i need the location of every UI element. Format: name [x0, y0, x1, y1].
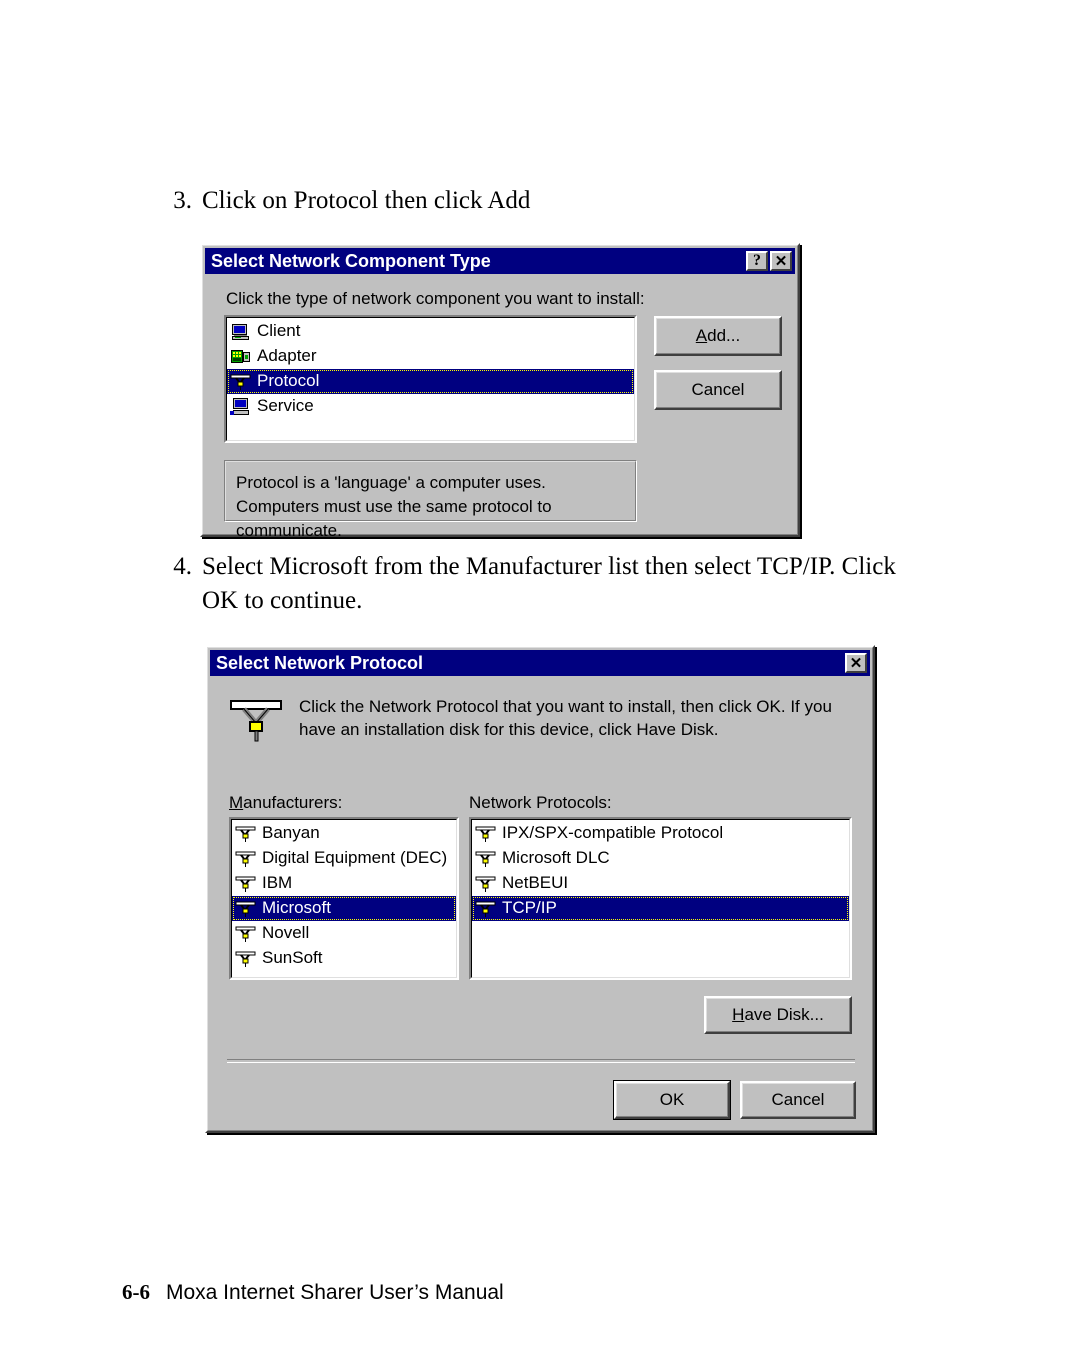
have-disk-accel: H	[732, 1005, 745, 1024]
protocol-icon	[475, 849, 497, 869]
manufacturers-label-accel: M	[229, 793, 244, 812]
protocol-icon	[475, 874, 497, 894]
protocol-icon	[230, 372, 252, 392]
add-button-label: dd...	[707, 326, 741, 345]
list-item[interactable]: Novell	[232, 921, 456, 946]
dialog1-title: Select Network Component Type	[211, 250, 491, 271]
protocols-listbox[interactable]: IPX/SPX-compatible Protocol Microsoft DLC…	[469, 817, 852, 980]
ok-button-label: OK	[659, 1090, 685, 1109]
manufacturers-label: Manufacturers:	[229, 793, 342, 813]
close-icon[interactable]: ✕	[770, 251, 792, 271]
list-item[interactable]: Banyan	[232, 821, 456, 846]
list-item-label: Novell	[262, 922, 310, 942]
have-disk-label: ave Disk...	[744, 1005, 824, 1024]
component-type-listbox[interactable]: Client Adapter Protocol Service	[224, 315, 637, 443]
have-disk-button[interactable]: Have Disk...	[704, 996, 852, 1034]
list-item-label: IBM	[262, 872, 293, 892]
dialog2-instruction: Click the Network Protocol that you want…	[299, 697, 832, 739]
list-item-label: Adapter	[257, 345, 317, 365]
list-item[interactable]: Adapter	[227, 344, 634, 369]
cancel-button[interactable]: Cancel	[654, 370, 782, 410]
protocol-icon	[235, 924, 257, 944]
dialog1-prompt: Click the type of network component you …	[226, 289, 645, 308]
add-button-accel: A	[695, 326, 708, 345]
dialog2-title: Select Network Protocol	[216, 652, 424, 673]
footer-page-number: 6-6	[122, 1280, 150, 1304]
list-item-selected[interactable]: Microsoft	[232, 896, 456, 921]
protocols-label: Network Protocols:	[469, 793, 612, 812]
service-icon	[230, 397, 252, 417]
list-item[interactable]: Client	[227, 319, 634, 344]
select-network-component-type-dialog: Select Network Component Type ? ✕ Click …	[200, 243, 800, 540]
list-item[interactable]: NetBEUI	[472, 871, 849, 896]
select-network-protocol-dialog: Select Network Protocol ✕ Click the Netw…	[205, 645, 875, 1133]
close-icon[interactable]: ✕	[845, 653, 867, 673]
dialog1-titlebar[interactable]: Select Network Component Type ? ✕	[205, 248, 795, 274]
list-item-label: Service	[257, 395, 314, 415]
step-3-number: 3.	[173, 187, 192, 214]
step-3-text: Click on Protocol then click Add	[202, 187, 531, 214]
protocol-icon	[475, 824, 497, 844]
cancel-button-label: Cancel	[771, 1090, 825, 1109]
step-3-instruction: 3. Click on Protocol then click Add	[160, 184, 920, 218]
adapter-icon	[230, 347, 252, 367]
list-item-label: Banyan	[262, 822, 320, 842]
manufacturers-label-rest: anufacturers:	[243, 793, 343, 812]
protocol-icon	[235, 849, 257, 869]
divider	[227, 1059, 855, 1063]
list-item[interactable]: Digital Equipment (DEC)	[232, 846, 456, 871]
client-icon	[230, 322, 252, 342]
protocol-icon	[235, 874, 257, 894]
protocol-icon	[235, 899, 257, 919]
list-item[interactable]: IPX/SPX-compatible Protocol	[472, 821, 849, 846]
description-groupbox: Protocol is a 'language' a computer uses…	[224, 460, 637, 540]
add-button[interactable]: Add...	[654, 316, 782, 356]
list-item-label: NetBEUI	[502, 872, 569, 892]
list-item-label: Client	[257, 320, 301, 340]
step-4-text: Select Microsoft from the Manufacturer l…	[202, 553, 896, 614]
help-icon[interactable]: ?	[746, 251, 768, 271]
list-item-label: Digital Equipment (DEC)	[262, 847, 448, 867]
protocol-icon	[235, 824, 257, 844]
step-4-number: 4.	[173, 553, 192, 580]
ok-button[interactable]: OK	[614, 1081, 730, 1119]
list-item-label: IPX/SPX-compatible Protocol	[502, 822, 724, 842]
list-item-protocol[interactable]: Protocol	[227, 369, 634, 394]
list-item-label: Microsoft	[262, 897, 331, 917]
cancel-button[interactable]: Cancel	[740, 1081, 856, 1119]
list-item[interactable]: Microsoft DLC	[472, 846, 849, 871]
list-item-label: Microsoft DLC	[502, 847, 610, 867]
protocol-icon	[229, 695, 287, 747]
footer-title: Moxa Internet Sharer User’s Manual	[166, 1281, 504, 1304]
list-item[interactable]: IBM	[232, 871, 456, 896]
description-text: Protocol is a 'language' a computer uses…	[225, 461, 636, 540]
dialog2-titlebar[interactable]: Select Network Protocol ✕	[210, 650, 870, 676]
list-item-label: TCP/IP	[502, 897, 557, 917]
manufacturers-listbox[interactable]: Banyan Digital Equipment (DEC) IBM Microsof…	[229, 817, 459, 980]
list-item[interactable]: Service	[227, 394, 634, 419]
protocol-icon	[235, 949, 257, 969]
list-item-label: SunSoft	[262, 947, 323, 967]
list-item[interactable]: SunSoft	[232, 946, 456, 971]
page-footer: 6-6 Moxa Internet Sharer User’s Manual	[122, 1280, 504, 1305]
step-4-instruction: 4. Select Microsoft from the Manufacture…	[160, 550, 920, 618]
protocol-icon	[475, 899, 497, 919]
cancel-button-label: Cancel	[691, 380, 745, 399]
list-item-selected[interactable]: TCP/IP	[472, 896, 849, 921]
list-item-label: Protocol	[257, 370, 320, 390]
